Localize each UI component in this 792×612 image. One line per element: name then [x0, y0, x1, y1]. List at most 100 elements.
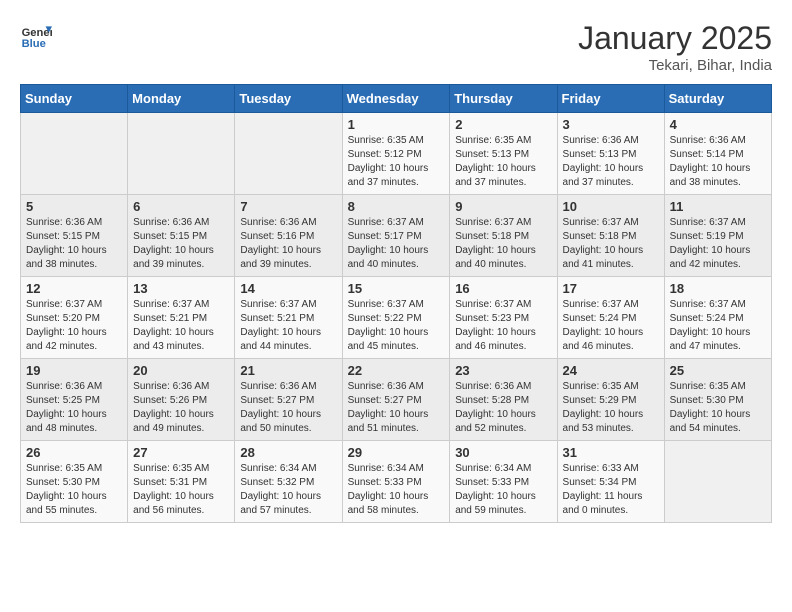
day-number: 18	[670, 281, 766, 296]
day-number: 25	[670, 363, 766, 378]
day-info: Sunrise: 6:36 AM Sunset: 5:14 PM Dayligh…	[670, 134, 766, 190]
calendar-cell	[128, 113, 235, 195]
day-info: Sunrise: 6:37 AM Sunset: 5:18 PM Dayligh…	[455, 216, 551, 272]
calendar-cell: 11 Sunrise: 6:37 AM Sunset: 5:19 PM Dayli…	[664, 195, 771, 277]
calendar-cell: 7 Sunrise: 6:36 AM Sunset: 5:16 PM Daylig…	[235, 195, 342, 277]
day-info: Sunrise: 6:37 AM Sunset: 5:22 PM Dayligh…	[348, 298, 445, 354]
calendar-cell: 16 Sunrise: 6:37 AM Sunset: 5:23 PM Dayli…	[450, 277, 557, 359]
day-number: 10	[563, 199, 659, 214]
month-title: January 2025	[578, 20, 772, 57]
calendar-cell: 17Sunrise: 6:37 AM Sunset: 5:24 PM Dayli…	[557, 277, 664, 359]
day-info: Sunrise: 6:36 AM Sunset: 5:27 PM Dayligh…	[240, 380, 336, 436]
day-number: 20	[133, 363, 229, 378]
weekday-header-monday: Monday	[128, 85, 235, 113]
day-number: 21	[240, 363, 336, 378]
day-number: 23	[455, 363, 551, 378]
day-number: 2	[455, 117, 551, 132]
logo: General Blue	[20, 20, 52, 52]
day-info: Sunrise: 6:37 AM Sunset: 5:21 PM Dayligh…	[133, 298, 229, 354]
calendar-week-row: 26 Sunrise: 6:35 AM Sunset: 5:30 PM Dayli…	[21, 441, 772, 523]
day-number: 15	[348, 281, 445, 296]
day-info: Sunrise: 6:35 AM Sunset: 5:30 PM Dayligh…	[26, 462, 122, 518]
weekday-header-tuesday: Tuesday	[235, 85, 342, 113]
calendar-cell: 15 Sunrise: 6:37 AM Sunset: 5:22 PM Dayli…	[342, 277, 450, 359]
day-number: 9	[455, 199, 551, 214]
day-number: 27	[133, 445, 229, 460]
day-info: Sunrise: 6:37 AM Sunset: 5:23 PM Dayligh…	[455, 298, 551, 354]
calendar-cell: 12 Sunrise: 6:37 AM Sunset: 5:20 PM Dayli…	[21, 277, 128, 359]
page-header: General Blue January 2025 Tekari, Bihar,…	[20, 20, 772, 74]
day-info: Sunrise: 6:37 AM Sunset: 5:21 PM Dayligh…	[240, 298, 336, 354]
calendar-cell: 19 Sunrise: 6:36 AM Sunset: 5:25 PM Dayli…	[21, 359, 128, 441]
day-info: Sunrise: 6:35 AM Sunset: 5:29 PM Dayligh…	[563, 380, 659, 436]
day-info: Sunrise: 6:36 AM Sunset: 5:13 PM Dayligh…	[563, 134, 659, 190]
weekday-header-saturday: Saturday	[664, 85, 771, 113]
day-number: 7	[240, 199, 336, 214]
calendar-cell: 2 Sunrise: 6:35 AM Sunset: 5:13 PM Daylig…	[450, 113, 557, 195]
day-info: Sunrise: 6:34 AM Sunset: 5:33 PM Dayligh…	[455, 462, 551, 518]
calendar-cell: 24Sunrise: 6:35 AM Sunset: 5:29 PM Dayli…	[557, 359, 664, 441]
calendar-cell	[235, 113, 342, 195]
day-number: 26	[26, 445, 122, 460]
day-info: Sunrise: 6:36 AM Sunset: 5:28 PM Dayligh…	[455, 380, 551, 436]
calendar-cell: 9 Sunrise: 6:37 AM Sunset: 5:18 PM Daylig…	[450, 195, 557, 277]
calendar-week-row: 19 Sunrise: 6:36 AM Sunset: 5:25 PM Dayli…	[21, 359, 772, 441]
day-number: 16	[455, 281, 551, 296]
day-info: Sunrise: 6:37 AM Sunset: 5:24 PM Dayligh…	[670, 298, 766, 354]
calendar-cell	[21, 113, 128, 195]
weekday-header-row: SundayMondayTuesdayWednesdayThursdayFrid…	[21, 85, 772, 113]
calendar-cell: 18 Sunrise: 6:37 AM Sunset: 5:24 PM Dayli…	[664, 277, 771, 359]
calendar-week-row: 1 Sunrise: 6:35 AM Sunset: 5:12 PM Daylig…	[21, 113, 772, 195]
day-info: Sunrise: 6:35 AM Sunset: 5:31 PM Dayligh…	[133, 462, 229, 518]
day-info: Sunrise: 6:35 AM Sunset: 5:13 PM Dayligh…	[455, 134, 551, 190]
day-info: Sunrise: 6:36 AM Sunset: 5:25 PM Dayligh…	[26, 380, 122, 436]
calendar-cell: 21 Sunrise: 6:36 AM Sunset: 5:27 PM Dayli…	[235, 359, 342, 441]
day-info: Sunrise: 6:37 AM Sunset: 5:18 PM Dayligh…	[563, 216, 659, 272]
day-info: Sunrise: 6:37 AM Sunset: 5:17 PM Dayligh…	[348, 216, 445, 272]
calendar-week-row: 12 Sunrise: 6:37 AM Sunset: 5:20 PM Dayli…	[21, 277, 772, 359]
svg-text:Blue: Blue	[22, 38, 46, 50]
location: Tekari, Bihar, India	[578, 57, 772, 74]
calendar-cell	[664, 441, 771, 523]
day-info: Sunrise: 6:36 AM Sunset: 5:15 PM Dayligh…	[26, 216, 122, 272]
day-info: Sunrise: 6:36 AM Sunset: 5:15 PM Dayligh…	[133, 216, 229, 272]
day-number: 22	[348, 363, 445, 378]
day-number: 8	[348, 199, 445, 214]
day-number: 11	[670, 199, 766, 214]
calendar-cell: 10 Sunrise: 6:37 AM Sunset: 5:18 PM Dayli…	[557, 195, 664, 277]
day-info: Sunrise: 6:36 AM Sunset: 5:16 PM Dayligh…	[240, 216, 336, 272]
day-number: 5	[26, 199, 122, 214]
title-block: January 2025 Tekari, Bihar, India	[578, 20, 772, 74]
day-info: Sunrise: 6:36 AM Sunset: 5:26 PM Dayligh…	[133, 380, 229, 436]
weekday-header-sunday: Sunday	[21, 85, 128, 113]
day-info: Sunrise: 6:35 AM Sunset: 5:30 PM Dayligh…	[670, 380, 766, 436]
day-info: Sunrise: 6:33 AM Sunset: 5:34 PM Dayligh…	[563, 462, 659, 518]
calendar-cell: 28Sunrise: 6:34 AM Sunset: 5:32 PM Dayli…	[235, 441, 342, 523]
day-info: Sunrise: 6:37 AM Sunset: 5:19 PM Dayligh…	[670, 216, 766, 272]
day-info: Sunrise: 6:34 AM Sunset: 5:32 PM Dayligh…	[240, 462, 336, 518]
calendar-cell: 20 Sunrise: 6:36 AM Sunset: 5:26 PM Dayli…	[128, 359, 235, 441]
calendar-cell: 6Sunrise: 6:36 AM Sunset: 5:15 PM Daylig…	[128, 195, 235, 277]
calendar-cell: 30Sunrise: 6:34 AM Sunset: 5:33 PM Dayli…	[450, 441, 557, 523]
day-number: 29	[348, 445, 445, 460]
day-number: 3	[563, 117, 659, 132]
calendar-table: SundayMondayTuesdayWednesdayThursdayFrid…	[20, 84, 772, 523]
calendar-cell: 25 Sunrise: 6:35 AM Sunset: 5:30 PM Dayli…	[664, 359, 771, 441]
day-number: 17	[563, 281, 659, 296]
calendar-cell: 23 Sunrise: 6:36 AM Sunset: 5:28 PM Dayli…	[450, 359, 557, 441]
logo-icon: General Blue	[20, 20, 52, 52]
day-info: Sunrise: 6:34 AM Sunset: 5:33 PM Dayligh…	[348, 462, 445, 518]
day-number: 4	[670, 117, 766, 132]
weekday-header-thursday: Thursday	[450, 85, 557, 113]
day-info: Sunrise: 6:37 AM Sunset: 5:20 PM Dayligh…	[26, 298, 122, 354]
day-number: 12	[26, 281, 122, 296]
day-number: 14	[240, 281, 336, 296]
calendar-cell: 4 Sunrise: 6:36 AM Sunset: 5:14 PM Daylig…	[664, 113, 771, 195]
day-info: Sunrise: 6:35 AM Sunset: 5:12 PM Dayligh…	[348, 134, 445, 190]
calendar-cell: 8 Sunrise: 6:37 AM Sunset: 5:17 PM Daylig…	[342, 195, 450, 277]
day-number: 13	[133, 281, 229, 296]
calendar-week-row: 5 Sunrise: 6:36 AM Sunset: 5:15 PM Daylig…	[21, 195, 772, 277]
day-number: 19	[26, 363, 122, 378]
weekday-header-friday: Friday	[557, 85, 664, 113]
day-number: 1	[348, 117, 445, 132]
